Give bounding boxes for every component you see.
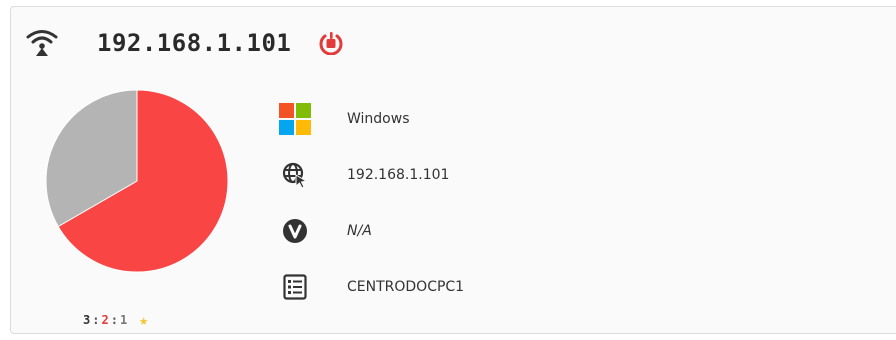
hostname-value: CENTRODOCPC1 xyxy=(347,279,465,295)
list-document-icon xyxy=(277,269,313,305)
host-details: Windows 192.168.1.101 N/A CENTRODOCPC1 xyxy=(277,91,464,315)
version-v-icon xyxy=(277,213,313,249)
host-card: 192.168.1.101 3 : 2 : 1 ★ Windows 192.16… xyxy=(10,6,896,334)
star-icon[interactable]: ★ xyxy=(139,313,148,328)
count-total: 3 xyxy=(83,313,91,327)
host-title: 192.168.1.101 xyxy=(97,29,292,57)
globe-cursor-icon xyxy=(277,157,313,193)
count-separator: : xyxy=(92,313,100,327)
detail-row-ip: 192.168.1.101 xyxy=(277,147,464,203)
detail-row-version: N/A xyxy=(277,203,464,259)
status-counts: 3 : 2 : 1 ★ xyxy=(83,313,148,328)
count-red: 2 xyxy=(101,313,109,327)
count-gray: 1 xyxy=(119,313,128,327)
version-value: N/A xyxy=(347,223,372,239)
status-pie-chart xyxy=(45,89,229,273)
os-value: Windows xyxy=(347,111,410,127)
count-separator: : xyxy=(110,313,118,327)
pie-chart-svg xyxy=(45,89,229,273)
power-off-icon[interactable] xyxy=(319,31,343,55)
detail-row-hostname: CENTRODOCPC1 xyxy=(277,259,464,315)
detail-row-os: Windows xyxy=(277,91,464,147)
wifi-signal-icon xyxy=(26,30,58,56)
card-header: 192.168.1.101 xyxy=(25,21,343,65)
ip-value: 192.168.1.101 xyxy=(347,167,450,183)
windows-logo-icon xyxy=(277,101,313,137)
